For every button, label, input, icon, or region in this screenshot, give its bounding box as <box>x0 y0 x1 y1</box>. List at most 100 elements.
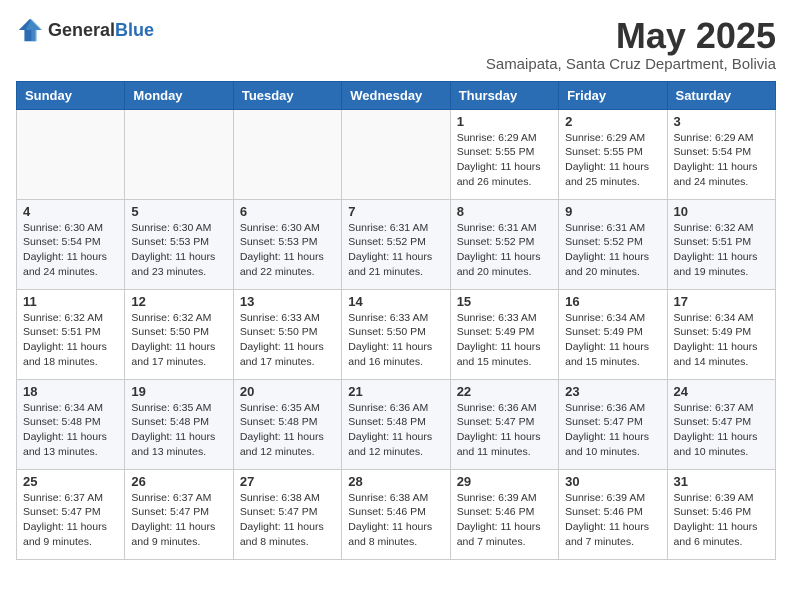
day-info: Sunrise: 6:37 AM Sunset: 5:47 PM Dayligh… <box>23 491 118 550</box>
day-info: Sunrise: 6:35 AM Sunset: 5:48 PM Dayligh… <box>240 401 335 460</box>
day-number: 30 <box>565 474 660 489</box>
day-info: Sunrise: 6:34 AM Sunset: 5:49 PM Dayligh… <box>674 311 769 370</box>
day-number: 8 <box>457 204 552 219</box>
day-info: Sunrise: 6:33 AM Sunset: 5:50 PM Dayligh… <box>240 311 335 370</box>
day-number: 22 <box>457 384 552 399</box>
month-title: May 2025 <box>486 16 776 56</box>
day-number: 17 <box>674 294 769 309</box>
page-header: GeneralBlue May 2025 Samaipata, Santa Cr… <box>16 16 776 73</box>
calendar-cell: 18Sunrise: 6:34 AM Sunset: 5:48 PM Dayli… <box>17 379 125 469</box>
calendar-header-row: SundayMondayTuesdayWednesdayThursdayFrid… <box>17 81 776 109</box>
calendar-cell: 28 Sunrise: 6:38 AM Sunset: 5:46 PM Dayli… <box>342 469 450 559</box>
col-header-tuesday: Tuesday <box>233 81 341 109</box>
day-number: 15 <box>457 294 552 309</box>
day-info: Sunrise: 6:31 AM Sunset: 5:52 PM Dayligh… <box>348 221 443 280</box>
logo: GeneralBlue <box>16 16 154 44</box>
calendar-cell: 30 Sunrise: 6:39 AM Sunset: 5:46 PM Dayli… <box>559 469 667 559</box>
day-number: 2 <box>565 114 660 129</box>
col-header-saturday: Saturday <box>667 81 775 109</box>
calendar-cell: 11Sunrise: 6:32 AM Sunset: 5:51 PM Dayli… <box>17 289 125 379</box>
day-info: Sunrise: 6:39 AM Sunset: 5:46 PM Dayligh… <box>457 491 552 550</box>
day-number: 13 <box>240 294 335 309</box>
day-info: Sunrise: 6:32 AM Sunset: 5:50 PM Dayligh… <box>131 311 226 370</box>
calendar-cell: 2 Sunrise: 6:29 AM Sunset: 5:55 PM Daylig… <box>559 109 667 199</box>
day-info: Sunrise: 6:33 AM Sunset: 5:50 PM Dayligh… <box>348 311 443 370</box>
day-info: Sunrise: 6:35 AM Sunset: 5:48 PM Dayligh… <box>131 401 226 460</box>
day-info: Sunrise: 6:31 AM Sunset: 5:52 PM Dayligh… <box>565 221 660 280</box>
calendar-cell: 13 Sunrise: 6:33 AM Sunset: 5:50 PM Dayli… <box>233 289 341 379</box>
day-number: 12 <box>131 294 226 309</box>
day-info: Sunrise: 6:39 AM Sunset: 5:46 PM Dayligh… <box>674 491 769 550</box>
location-title: Samaipata, Santa Cruz Department, Bolivi… <box>486 56 776 73</box>
day-number: 10 <box>674 204 769 219</box>
day-number: 27 <box>240 474 335 489</box>
day-info: Sunrise: 6:34 AM Sunset: 5:48 PM Dayligh… <box>23 401 118 460</box>
logo-icon <box>16 16 44 44</box>
title-area: May 2025 Samaipata, Santa Cruz Departmen… <box>486 16 776 73</box>
day-info: Sunrise: 6:34 AM Sunset: 5:49 PM Dayligh… <box>565 311 660 370</box>
day-number: 29 <box>457 474 552 489</box>
day-info: Sunrise: 6:38 AM Sunset: 5:46 PM Dayligh… <box>348 491 443 550</box>
day-info: Sunrise: 6:37 AM Sunset: 5:47 PM Dayligh… <box>674 401 769 460</box>
day-info: Sunrise: 6:30 AM Sunset: 5:53 PM Dayligh… <box>131 221 226 280</box>
calendar-week-3: 11Sunrise: 6:32 AM Sunset: 5:51 PM Dayli… <box>17 289 776 379</box>
calendar-cell: 31 Sunrise: 6:39 AM Sunset: 5:46 PM Dayli… <box>667 469 775 559</box>
day-info: Sunrise: 6:32 AM Sunset: 5:51 PM Dayligh… <box>23 311 118 370</box>
day-info: Sunrise: 6:37 AM Sunset: 5:47 PM Dayligh… <box>131 491 226 550</box>
calendar-cell: 14 Sunrise: 6:33 AM Sunset: 5:50 PM Dayli… <box>342 289 450 379</box>
day-number: 26 <box>131 474 226 489</box>
day-number: 4 <box>23 204 118 219</box>
calendar-cell: 3 Sunrise: 6:29 AM Sunset: 5:54 PM Daylig… <box>667 109 775 199</box>
day-number: 20 <box>240 384 335 399</box>
calendar-cell: 29 Sunrise: 6:39 AM Sunset: 5:46 PM Dayli… <box>450 469 558 559</box>
col-header-monday: Monday <box>125 81 233 109</box>
calendar-cell: 4Sunrise: 6:30 AM Sunset: 5:54 PM Daylig… <box>17 199 125 289</box>
calendar-cell: 6 Sunrise: 6:30 AM Sunset: 5:53 PM Daylig… <box>233 199 341 289</box>
calendar-cell: 27 Sunrise: 6:38 AM Sunset: 5:47 PM Dayli… <box>233 469 341 559</box>
day-number: 5 <box>131 204 226 219</box>
day-info: Sunrise: 6:29 AM Sunset: 5:55 PM Dayligh… <box>565 131 660 190</box>
day-number: 24 <box>674 384 769 399</box>
day-number: 3 <box>674 114 769 129</box>
calendar-cell: 9Sunrise: 6:31 AM Sunset: 5:52 PM Daylig… <box>559 199 667 289</box>
day-number: 21 <box>348 384 443 399</box>
day-number: 7 <box>348 204 443 219</box>
calendar-cell: 12 Sunrise: 6:32 AM Sunset: 5:50 PM Dayli… <box>125 289 233 379</box>
day-info: Sunrise: 6:38 AM Sunset: 5:47 PM Dayligh… <box>240 491 335 550</box>
calendar-cell: 8 Sunrise: 6:31 AM Sunset: 5:52 PM Daylig… <box>450 199 558 289</box>
calendar-week-2: 4Sunrise: 6:30 AM Sunset: 5:54 PM Daylig… <box>17 199 776 289</box>
day-info: Sunrise: 6:36 AM Sunset: 5:47 PM Dayligh… <box>457 401 552 460</box>
calendar-cell: 15 Sunrise: 6:33 AM Sunset: 5:49 PM Dayli… <box>450 289 558 379</box>
day-number: 23 <box>565 384 660 399</box>
calendar-cell: 16 Sunrise: 6:34 AM Sunset: 5:49 PM Dayli… <box>559 289 667 379</box>
calendar-cell: 24 Sunrise: 6:37 AM Sunset: 5:47 PM Dayli… <box>667 379 775 469</box>
calendar-cell: 1Sunrise: 6:29 AM Sunset: 5:55 PM Daylig… <box>450 109 558 199</box>
calendar-week-5: 25 Sunrise: 6:37 AM Sunset: 5:47 PM Dayli… <box>17 469 776 559</box>
day-number: 31 <box>674 474 769 489</box>
calendar-cell: 26 Sunrise: 6:37 AM Sunset: 5:47 PM Dayli… <box>125 469 233 559</box>
col-header-thursday: Thursday <box>450 81 558 109</box>
day-info: Sunrise: 6:29 AM Sunset: 5:54 PM Dayligh… <box>674 131 769 190</box>
day-number: 19 <box>131 384 226 399</box>
day-number: 6 <box>240 204 335 219</box>
calendar-cell: 19 Sunrise: 6:35 AM Sunset: 5:48 PM Dayli… <box>125 379 233 469</box>
day-number: 28 <box>348 474 443 489</box>
calendar-cell: 22 Sunrise: 6:36 AM Sunset: 5:47 PM Dayli… <box>450 379 558 469</box>
day-number: 25 <box>23 474 118 489</box>
calendar-week-1: 1Sunrise: 6:29 AM Sunset: 5:55 PM Daylig… <box>17 109 776 199</box>
day-number: 14 <box>348 294 443 309</box>
calendar-cell: 23Sunrise: 6:36 AM Sunset: 5:47 PM Dayli… <box>559 379 667 469</box>
day-info: Sunrise: 6:33 AM Sunset: 5:49 PM Dayligh… <box>457 311 552 370</box>
day-info: Sunrise: 6:31 AM Sunset: 5:52 PM Dayligh… <box>457 221 552 280</box>
calendar-cell: 20 Sunrise: 6:35 AM Sunset: 5:48 PM Dayli… <box>233 379 341 469</box>
day-number: 16 <box>565 294 660 309</box>
calendar-cell: 17 Sunrise: 6:34 AM Sunset: 5:49 PM Dayli… <box>667 289 775 379</box>
day-info: Sunrise: 6:30 AM Sunset: 5:53 PM Dayligh… <box>240 221 335 280</box>
logo-text: GeneralBlue <box>48 20 154 41</box>
calendar-table: SundayMondayTuesdayWednesdayThursdayFrid… <box>16 81 776 560</box>
calendar-cell: 25 Sunrise: 6:37 AM Sunset: 5:47 PM Dayli… <box>17 469 125 559</box>
day-info: Sunrise: 6:39 AM Sunset: 5:46 PM Dayligh… <box>565 491 660 550</box>
calendar-cell: 7 Sunrise: 6:31 AM Sunset: 5:52 PM Daylig… <box>342 199 450 289</box>
day-info: Sunrise: 6:36 AM Sunset: 5:48 PM Dayligh… <box>348 401 443 460</box>
calendar-cell: 5 Sunrise: 6:30 AM Sunset: 5:53 PM Daylig… <box>125 199 233 289</box>
